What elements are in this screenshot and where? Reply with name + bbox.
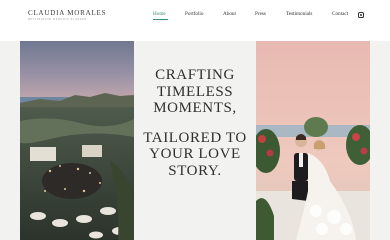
nav-portfolio[interactable]: Portfolio	[185, 11, 203, 18]
headline-line-2: TAILORED TO YOUR LOVE STORY.	[143, 129, 247, 179]
hero: CRAFTING TIMELESS MOMENTS, TAILORED TO Y…	[0, 41, 390, 240]
nav-active-underline	[153, 19, 168, 20]
headline-line-1: CRAFTING TIMELESS MOMENTS,	[153, 67, 237, 116]
nav-home[interactable]: Home	[153, 11, 166, 18]
header: CLAUDIA MORALES DESTINATION WEDDING PLAN…	[0, 0, 390, 30]
main-nav: Home Portfolio About Press Testimonials …	[0, 11, 390, 23]
nav-contact[interactable]: Contact	[332, 11, 348, 18]
hero-headline: CRAFTING TIMELESS MOMENTS, TAILORED TO Y…	[134, 67, 256, 179]
nav-press[interactable]: Press	[255, 11, 266, 18]
instagram-icon[interactable]	[358, 12, 364, 18]
hero-image-right	[256, 41, 370, 240]
hero-image-left	[20, 41, 134, 240]
nav-about[interactable]: About	[223, 11, 236, 18]
nav-testimonials[interactable]: Testimonials	[286, 11, 312, 18]
